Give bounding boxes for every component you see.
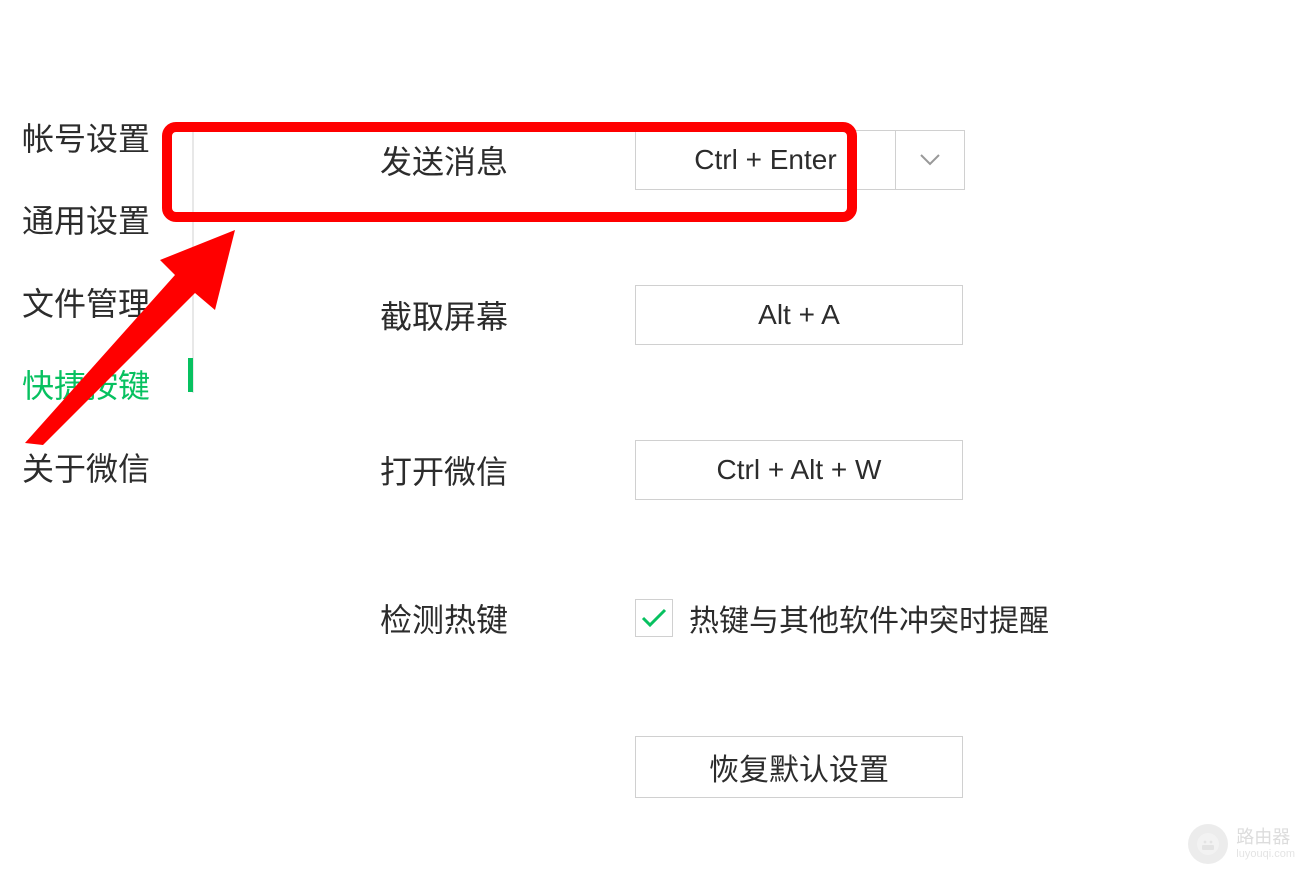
sidebar-divider	[192, 128, 194, 393]
settings-sidebar: 帐号设置 通用设置 文件管理 快捷按键 关于微信	[0, 0, 200, 874]
watermark-title: 路由器	[1236, 828, 1295, 848]
sidebar-item-files[interactable]: 文件管理	[22, 285, 200, 323]
restore-defaults-button[interactable]: 恢复默认设置	[635, 736, 963, 798]
sidebar-item-general[interactable]: 通用设置	[22, 202, 200, 240]
sidebar-item-hotkeys[interactable]: 快捷按键	[22, 367, 200, 405]
sidebar-item-account[interactable]: 帐号设置	[22, 120, 200, 158]
watermark-text: 路由器 luyouqi.com	[1236, 828, 1295, 860]
detect-hotkey-checkbox[interactable]	[635, 599, 673, 637]
checkmark-icon	[640, 607, 668, 629]
open-wechat-hotkey-input[interactable]: Ctrl + Alt + W	[635, 440, 963, 500]
watermark-subtitle: luyouqi.com	[1236, 848, 1295, 860]
settings-main: 发送消息 Ctrl + Enter 截取屏幕 Alt + A 打开微信 Ctrl…	[200, 0, 1311, 874]
screenshot-label: 截取屏幕	[380, 292, 635, 338]
detect-hotkey-checkbox-row: 热键与其他软件冲突时提醒	[635, 596, 1049, 640]
send-message-dropdown[interactable]: Ctrl + Enter	[635, 130, 965, 190]
setting-row-screenshot: 截取屏幕 Alt + A	[380, 285, 1311, 345]
screenshot-hotkey-input[interactable]: Alt + A	[635, 285, 963, 345]
send-message-value: Ctrl + Enter	[636, 131, 896, 189]
chevron-down-icon[interactable]	[896, 131, 964, 189]
setting-row-send-message: 发送消息 Ctrl + Enter	[380, 130, 1311, 190]
send-message-label: 发送消息	[380, 137, 635, 183]
sidebar-item-about[interactable]: 关于微信	[22, 450, 200, 488]
sidebar-active-indicator	[188, 358, 193, 392]
detect-hotkey-checkbox-label: 热键与其他软件冲突时提醒	[689, 596, 1049, 640]
open-wechat-label: 打开微信	[380, 447, 635, 493]
router-icon	[1188, 824, 1228, 864]
watermark: 路由器 luyouqi.com	[1188, 824, 1295, 864]
setting-row-detect-hotkey: 检测热键 热键与其他软件冲突时提醒	[380, 595, 1311, 641]
setting-row-open-wechat: 打开微信 Ctrl + Alt + W	[380, 440, 1311, 500]
detect-hotkey-label: 检测热键	[380, 595, 635, 641]
